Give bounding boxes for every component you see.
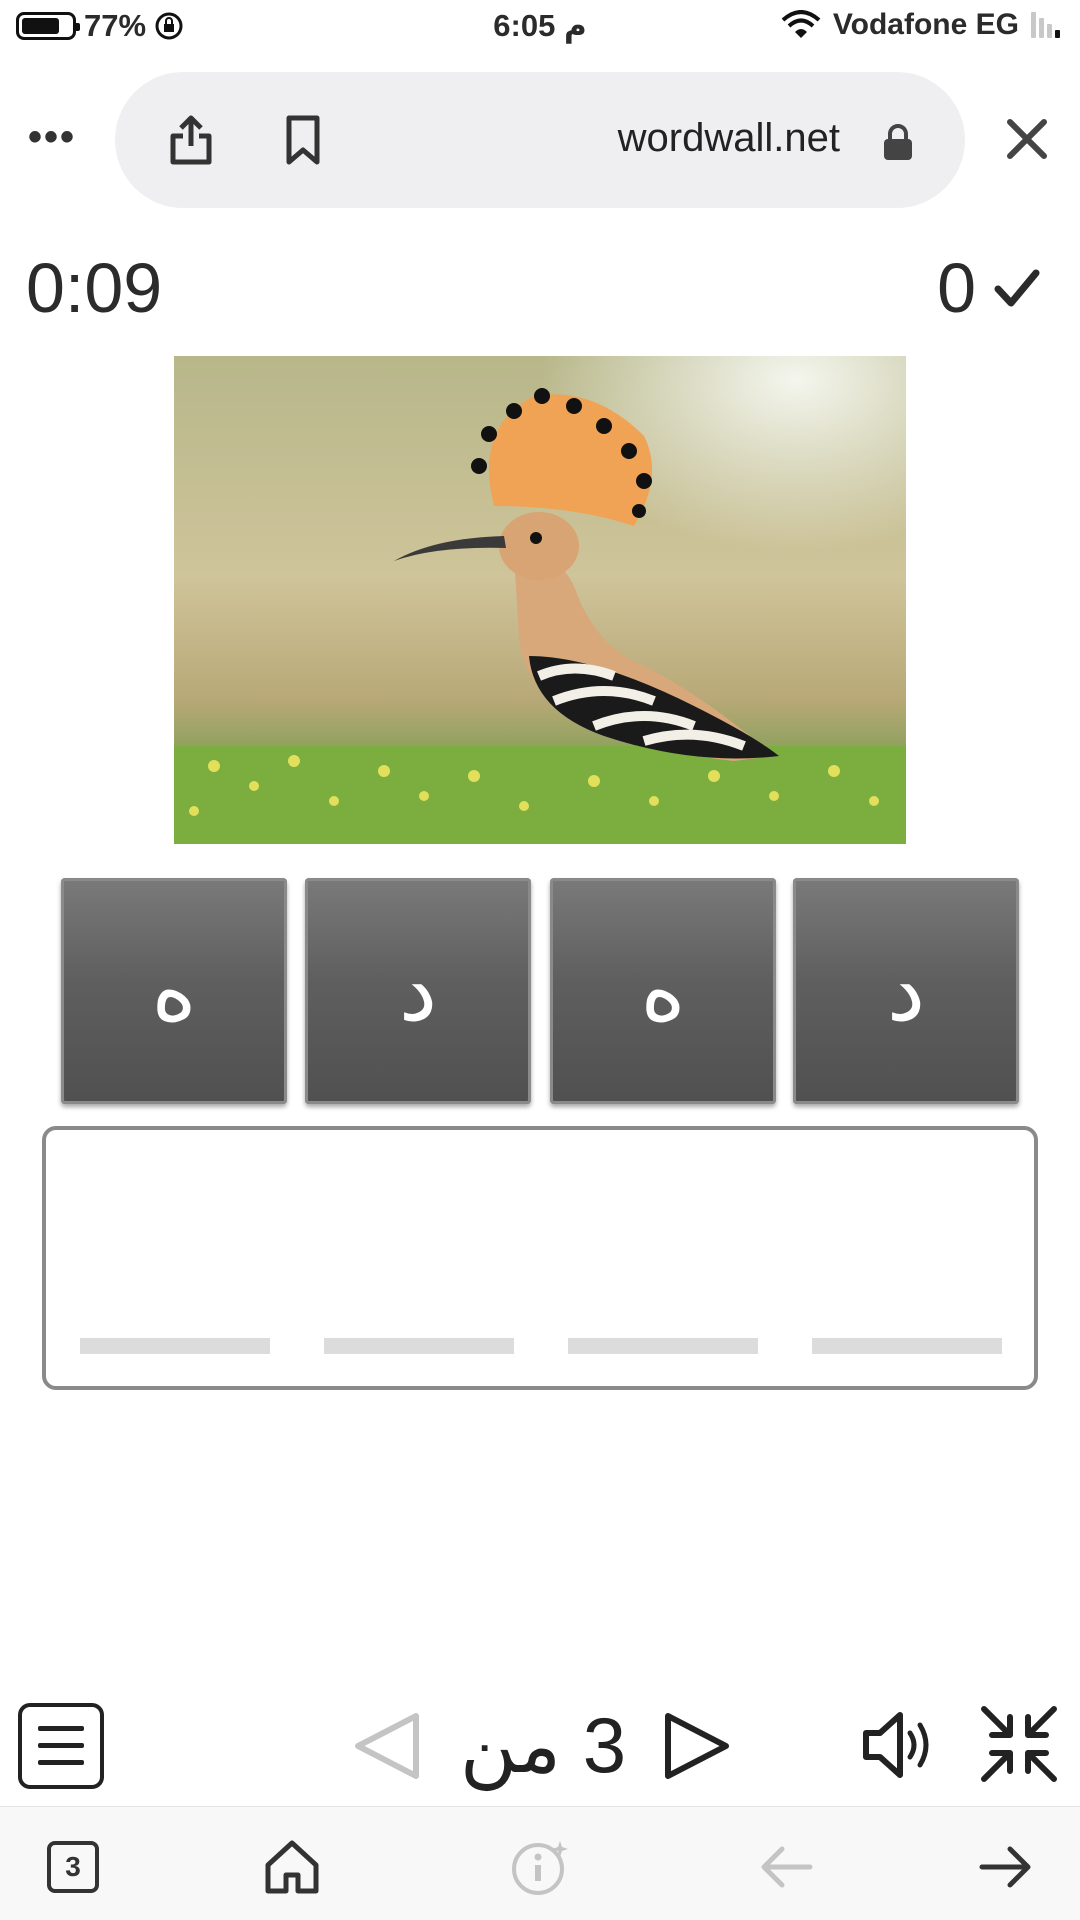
prev-icon[interactable] xyxy=(350,1710,422,1782)
hoopoe-bird-photo xyxy=(174,356,906,844)
next-icon[interactable] xyxy=(662,1710,734,1782)
back-arrow-icon xyxy=(761,1846,813,1888)
timer: 0:09 xyxy=(26,249,163,327)
browser-bottom-nav: 3 xyxy=(0,1806,1080,1920)
menu-button[interactable] xyxy=(18,1703,104,1789)
answer-slot[interactable] xyxy=(80,1338,270,1354)
wifi-icon xyxy=(781,10,821,38)
score-value: 0 xyxy=(937,249,976,327)
sound-icon[interactable] xyxy=(858,1705,938,1785)
answer-box[interactable] xyxy=(42,1126,1038,1390)
tabs-icon[interactable]: 3 xyxy=(47,1841,99,1893)
status-right: Vodafone EG xyxy=(781,8,1060,42)
letter-tile[interactable]: د xyxy=(793,878,1019,1104)
info-icon xyxy=(512,1841,568,1895)
more-icon[interactable]: ••• xyxy=(28,117,76,157)
letter-tile[interactable]: ه xyxy=(550,878,776,1104)
close-icon[interactable] xyxy=(1004,116,1050,162)
answer-slot[interactable] xyxy=(324,1338,514,1354)
answer-slot[interactable] xyxy=(812,1338,1002,1354)
letter-tile[interactable]: ه xyxy=(61,878,287,1104)
browser-bar: ••• wordwall.net xyxy=(0,70,1080,210)
answer-slot[interactable] xyxy=(568,1338,758,1354)
bookmark-icon[interactable] xyxy=(275,112,331,168)
forward-arrow-icon[interactable] xyxy=(976,1837,1036,1897)
home-icon[interactable] xyxy=(262,1837,322,1897)
lock-icon xyxy=(884,124,912,160)
address-bar[interactable]: wordwall.net xyxy=(115,72,965,208)
signal-icon xyxy=(1031,12,1060,38)
status-bar: 77% 6:05 م Vodafone EG xyxy=(0,0,1080,60)
score: 0 xyxy=(937,248,1040,328)
letter-tile[interactable]: د xyxy=(305,878,531,1104)
exit-fullscreen-icon[interactable] xyxy=(978,1703,1060,1785)
pager: 3 من 3 xyxy=(350,1690,730,1880)
check-icon xyxy=(994,269,1040,307)
letter-tiles: ه د ه د xyxy=(61,878,1019,1104)
url-text: wordwall.net xyxy=(617,116,840,160)
carrier-name: Vodafone EG xyxy=(832,8,1019,41)
share-icon[interactable] xyxy=(163,112,219,168)
